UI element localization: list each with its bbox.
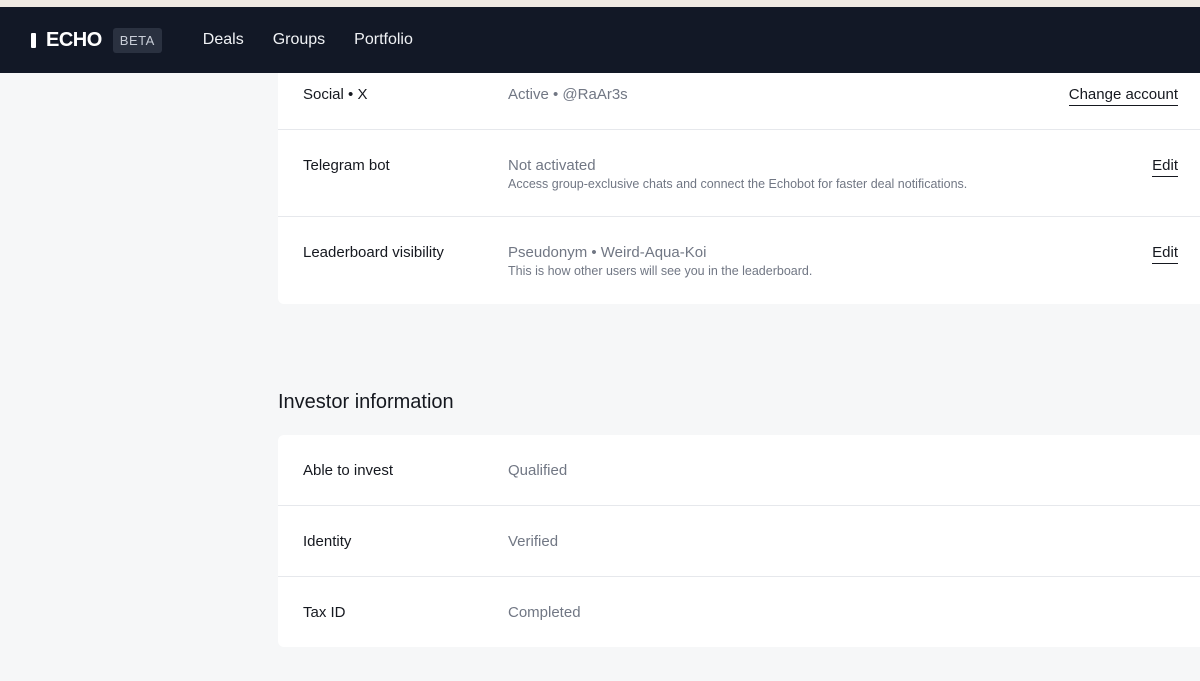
echo-logo[interactable]: ECHO BETA (31, 27, 162, 53)
row-value: Active • @RaAr3s (508, 86, 628, 103)
social-settings-card: Social • X Active • @RaAr3s Change accou… (278, 73, 1200, 304)
row-value: Not activated (508, 157, 596, 174)
row-description: Access group-exclusive chats and connect… (508, 177, 968, 191)
nav-link-deals[interactable]: Deals (203, 31, 244, 49)
row-label: Able to invest (303, 462, 394, 479)
row-value: Completed (508, 604, 581, 621)
settings-row-able-to-invest: Able to invest Qualified (278, 435, 1200, 506)
settings-row-social-x: Social • X Active • @RaAr3s Change accou… (278, 73, 1200, 130)
top-navbar: ECHO BETA Deals Groups Portfolio (0, 7, 1200, 73)
row-value: Pseudonym • Weird-Aqua-Koi (508, 244, 707, 261)
main-nav: Deals Groups Portfolio (203, 31, 442, 49)
row-value: Qualified (508, 462, 568, 479)
change-account-button[interactable]: Change account (1068, 86, 1178, 106)
settings-row-telegram-bot: Telegram bot Not activated Access group-… (278, 130, 1200, 217)
edit-telegram-button[interactable]: Edit (1152, 157, 1178, 177)
row-value: Verified (508, 533, 559, 550)
settings-row-leaderboard-visibility: Leaderboard visibility Pseudonym • Weird… (278, 217, 1200, 303)
logo-mark-icon (31, 32, 36, 48)
settings-row-tax-id: Tax ID Completed (278, 577, 1200, 647)
section-title-investor-information: Investor information (278, 391, 454, 413)
logo-text: ECHO (46, 28, 102, 51)
row-label: Identity (303, 533, 352, 550)
row-label: Tax ID (303, 604, 346, 621)
edit-leaderboard-button[interactable]: Edit (1152, 244, 1178, 264)
row-label: Leaderboard visibility (303, 244, 444, 261)
row-description: This is how other users will see you in … (508, 264, 813, 278)
settings-row-identity: Identity Verified (278, 506, 1200, 577)
nav-link-groups[interactable]: Groups (273, 31, 325, 49)
row-label: Social • X (303, 86, 368, 103)
row-label: Telegram bot (303, 157, 390, 174)
top-accent-bar (0, 0, 1200, 7)
beta-badge: BETA (112, 27, 162, 53)
nav-link-portfolio[interactable]: Portfolio (354, 31, 413, 49)
investor-information-card: Able to invest Qualified Identity Verifi… (278, 435, 1200, 647)
